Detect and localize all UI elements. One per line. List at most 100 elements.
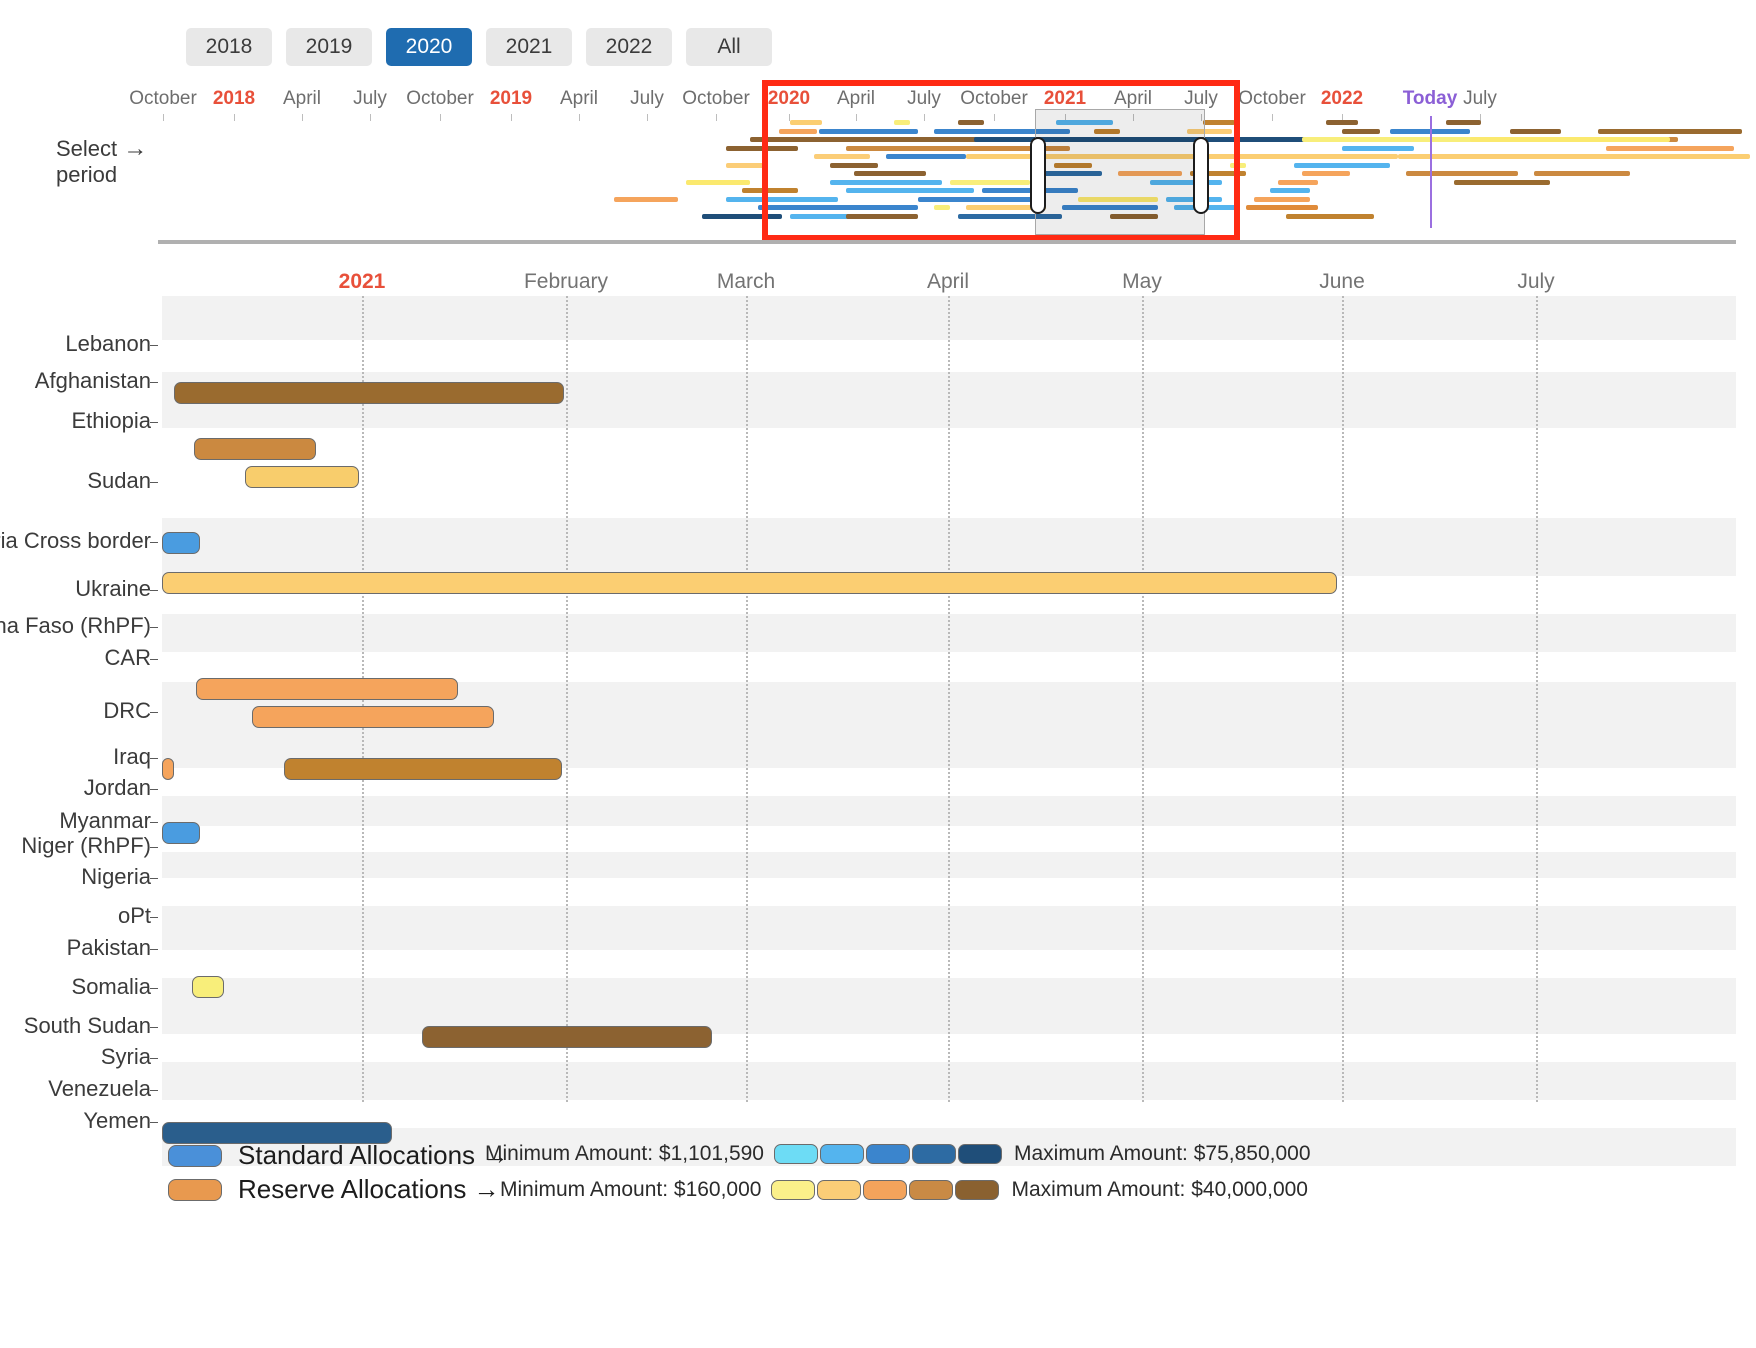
chart-gridline (1142, 296, 1144, 1102)
overview-bar (1202, 120, 1235, 125)
legend-swatch-icon (168, 1178, 222, 1201)
allocation-bar-syria-cross-border[interactable] (162, 532, 200, 554)
overview-tick-july-19: July (1463, 88, 1497, 109)
brush-handle-right[interactable] (1193, 137, 1209, 214)
legend-scale: Minimum Amount: $1,101,590 Maximum Amount… (485, 1142, 1311, 1166)
overview-bar (702, 214, 782, 219)
overview-bar (750, 137, 982, 142)
row-label-ukraine: Ukraine (75, 576, 151, 601)
overview-bar (1278, 180, 1318, 185)
overview-tick-april-10: April (836, 88, 876, 109)
select-period-line2: period (56, 162, 118, 187)
chart-x-tick-june: June (1319, 270, 1365, 293)
overview-bar (1470, 137, 1670, 142)
row-label-niger-rhpf-: Niger (RhPF) (21, 833, 151, 858)
legend-entry[interactable]: Standard Allocations → (168, 1140, 508, 1171)
allocation-bar-south-sudan[interactable] (422, 1026, 712, 1048)
row-tick-mark (150, 789, 158, 790)
section-divider (158, 240, 1736, 244)
row-label-venezuela: Venezuela (48, 1076, 151, 1101)
chart-legend: Standard Allocations → Reserve Allocation… (0, 1122, 1756, 1348)
row-tick-mark (150, 949, 158, 950)
row-label-opt: oPt (117, 903, 151, 928)
chart-x-tick-may: May (1122, 270, 1162, 293)
row-label-south-sudan: South Sudan (23, 1013, 151, 1038)
chart-gridline (1536, 296, 1538, 1102)
allocation-bar-sudan[interactable] (194, 438, 316, 460)
row-tick-mark (150, 988, 158, 989)
overview-bar (686, 180, 750, 185)
year-filter-2018[interactable]: 2018 (186, 28, 272, 66)
overview-bar (726, 146, 798, 151)
overview-bar (1606, 146, 1734, 151)
row-label-iraq: Iraq (113, 744, 151, 769)
overview-tick-2021-13: 2021 (1043, 88, 1087, 109)
overview-tick-july-15: July (1184, 88, 1218, 109)
chart-gridline (948, 296, 950, 1102)
overview-bar (614, 197, 678, 202)
chart-gridline (746, 296, 748, 1102)
year-filter-2022[interactable]: 2022 (586, 28, 672, 66)
allocation-bar-ethiopia[interactable] (174, 382, 564, 404)
overview-tick-october-4: October (406, 88, 474, 109)
legend-scale-chips (771, 1180, 1001, 1200)
legend-entry-label: Reserve Allocations → (238, 1174, 500, 1204)
row-label-sudan: Sudan (87, 468, 151, 493)
row-label-pakistan: Pakistan (66, 935, 151, 960)
legend-scale-chip (912, 1144, 956, 1164)
overview-bar (1254, 197, 1310, 202)
brush-selection-window[interactable] (1035, 109, 1205, 235)
row-tick-mark (150, 758, 158, 759)
row-tick-mark (150, 627, 158, 628)
overview-bar (818, 129, 918, 134)
legend-scale-chips (774, 1144, 1004, 1164)
allocation-bar-iraq[interactable] (162, 758, 174, 780)
overview-bar (778, 129, 818, 134)
overview-tick-2019-5: 2019 (489, 88, 533, 109)
year-filter-2021[interactable]: 2021 (486, 28, 572, 66)
allocation-bar-ukraine[interactable] (162, 572, 1337, 594)
legend-entry[interactable]: Reserve Allocations → (168, 1174, 500, 1205)
row-label-jordan: Jordan (83, 775, 151, 800)
overview-bar (830, 180, 942, 185)
gantt-chart: 2021 February March April May June July Lebano… (0, 252, 1756, 1166)
overview-bar (1598, 129, 1742, 134)
overview-bar (1446, 120, 1482, 125)
allocation-bar-somalia[interactable] (192, 976, 224, 998)
chart-x-tick-april: April (926, 270, 970, 293)
legend-entry-label: Standard Allocations → (238, 1140, 509, 1170)
year-filter-2019[interactable]: 2019 (286, 28, 372, 66)
brush-handle-left[interactable] (1030, 137, 1046, 214)
legend-scale-chip (774, 1144, 818, 1164)
allocation-bar-drc[interactable] (252, 706, 494, 728)
overview-bar (1302, 137, 1494, 142)
overview-bar (830, 163, 878, 168)
overview-bar (1294, 163, 1390, 168)
allocation-bar-sudan[interactable] (245, 466, 359, 488)
overview-bar (758, 205, 918, 210)
row-tick-mark (150, 1090, 158, 1091)
overview-bar (726, 163, 766, 168)
overview-tick-april-6: April (559, 88, 599, 109)
overview-tick-april-2: April (282, 88, 322, 109)
legend-scale-chip (863, 1180, 908, 1200)
year-filter-2020[interactable]: 2020 (386, 28, 472, 66)
overview-bar (790, 120, 822, 125)
allocation-bar-myanmar[interactable] (162, 822, 200, 844)
allocation-bar-drc[interactable] (196, 678, 458, 700)
timeline-overview[interactable]: October 2018 April July October 2019 April July… (129, 88, 1750, 238)
overview-bar (1398, 154, 1750, 159)
overview-tick-october-0: October (129, 88, 197, 109)
legend-min-amount: Minimum Amount: $1,101,590 (485, 1142, 764, 1165)
year-filter-all[interactable]: All (686, 28, 772, 66)
overview-bar (918, 197, 1046, 202)
row-label-syria: Syria (100, 1044, 151, 1069)
overview-bar (854, 171, 926, 176)
overview-bar (1510, 129, 1562, 134)
row-tick-mark (150, 422, 158, 423)
row-tick-mark (150, 878, 158, 879)
row-label-lebanon: Lebanon (65, 331, 151, 356)
allocation-bar-iraq[interactable] (284, 758, 562, 780)
row-tick-mark (150, 917, 158, 918)
row-tick-mark (150, 590, 158, 591)
